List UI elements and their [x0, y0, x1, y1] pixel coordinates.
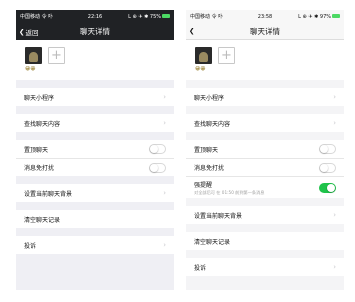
toggle-knob: [150, 145, 159, 154]
chevron-right-icon: ›: [163, 119, 166, 127]
row-report[interactable]: 投诉 ›: [186, 258, 344, 276]
group-report: 投诉 ›: [16, 236, 174, 254]
group-find-content: 查找聊天内容 ›: [16, 114, 174, 132]
group-mini-program: 聊天小程序 ›: [186, 88, 344, 106]
status-time: 22:16: [87, 13, 103, 20]
row-label: 设置当前聊天背景: [24, 190, 73, 198]
row-set-background[interactable]: 设置当前聊天背景 ›: [186, 206, 344, 224]
row-label: 投诉: [194, 264, 207, 272]
chevron-right-icon: ›: [163, 93, 166, 101]
row-label: 置顶聊天: [194, 146, 219, 154]
mute-toggle[interactable]: [149, 162, 166, 173]
row-mute: 消息免打扰: [186, 158, 344, 176]
row-label: 查找聊天内容: [24, 120, 61, 128]
add-member-button[interactable]: +: [48, 47, 65, 64]
row-find-content[interactable]: 查找聊天内容 ›: [186, 114, 344, 132]
chevron-right-icon: ›: [333, 119, 336, 127]
status-bar: 中国移动 令 卟 22:16 L ⊕ ✈ ✱ 75%: [16, 10, 174, 23]
row-report[interactable]: 投诉 ›: [16, 236, 174, 254]
row-sublabel: 对全部后可 在 01:50 前到第一条消息: [194, 189, 265, 195]
row-label: 清空聊天记录: [194, 238, 231, 246]
group-clear-history: 清空聊天记录: [16, 210, 174, 228]
row-set-background[interactable]: 设置当前聊天背景 ›: [16, 184, 174, 202]
member-name: 😀😀: [195, 66, 206, 72]
row-find-content[interactable]: 查找聊天内容 ›: [16, 114, 174, 132]
row-mute: 消息免打扰: [16, 158, 174, 176]
avatar[interactable]: [25, 47, 42, 64]
member-section: 😀😀 +: [186, 40, 344, 80]
chevron-left-icon: ❮: [19, 27, 25, 36]
row-pin-chat: 置顶聊天: [16, 140, 174, 158]
group-settings: 置顶聊天 消息免打扰: [16, 140, 174, 176]
status-time: 23:58: [257, 13, 273, 20]
chevron-right-icon: ›: [163, 241, 166, 249]
group-background: 设置当前聊天背景 ›: [16, 184, 174, 202]
row-label: 置顶聊天: [24, 146, 49, 154]
row-labels: 强提醒 对全部后可 在 01:50 前到第一条消息: [194, 180, 265, 196]
right-phone-screen: 中国移动 令 卟 23:58 L ⊕ ✈ ✱ 97% ❮ 聊天详情 😀😀 + 聊…: [186, 10, 344, 290]
toggle-knob: [320, 145, 329, 154]
row-clear-history[interactable]: 清空聊天记录: [16, 210, 174, 228]
add-member-button[interactable]: +: [218, 47, 235, 64]
chevron-left-icon: ❮: [189, 27, 195, 35]
left-phone-screen: 中国移动 令 卟 22:16 L ⊕ ✈ ✱ 75% ❮ 返回 聊天详情 😀😀 …: [16, 10, 174, 290]
group-report: 投诉 ›: [186, 258, 344, 276]
chevron-right-icon: ›: [333, 211, 336, 219]
row-label: 投诉: [24, 242, 37, 250]
group-mini-program: 聊天小程序 ›: [16, 88, 174, 106]
mute-toggle[interactable]: [319, 162, 336, 173]
row-clear-history[interactable]: 清空聊天记录: [186, 232, 344, 250]
back-button[interactable]: ❮: [189, 27, 194, 35]
row-label: 消息免打扰: [24, 165, 55, 172]
nav-bar: ❮ 返回 聊天详情: [16, 23, 174, 40]
row-label: 消息免打扰: [194, 165, 225, 172]
avatar[interactable]: [195, 47, 212, 64]
row-label: 聊天小程序: [194, 94, 225, 102]
pin-chat-toggle[interactable]: [149, 144, 166, 154]
member-name: 😀😀: [25, 66, 36, 72]
chevron-right-icon: ›: [333, 263, 336, 271]
back-button[interactable]: ❮ 返回: [19, 27, 38, 37]
row-label: 聊天小程序: [24, 94, 55, 102]
row-strong-remind: 强提醒 对全部后可 在 01:50 前到第一条消息: [186, 176, 344, 198]
back-label: 返回: [25, 28, 39, 37]
group-find-content: 查找聊天内容 ›: [186, 114, 344, 132]
row-label: 清空聊天记录: [24, 216, 61, 224]
toggle-knob: [150, 163, 159, 172]
group-background: 设置当前聊天背景 ›: [186, 206, 344, 224]
row-label: 查找聊天内容: [194, 120, 231, 128]
member-section: 😀😀 +: [16, 40, 174, 80]
chevron-right-icon: ›: [163, 189, 166, 197]
page-title: 聊天详情: [250, 26, 280, 36]
strong-remind-toggle[interactable]: [319, 182, 336, 193]
row-label: 设置当前聊天背景: [194, 212, 243, 220]
row-label: 强提醒: [194, 181, 213, 189]
row-mini-program[interactable]: 聊天小程序 ›: [186, 88, 344, 106]
page-title: 聊天详情: [80, 27, 110, 36]
toggle-knob: [320, 163, 329, 172]
toggle-knob: [326, 183, 335, 192]
row-mini-program[interactable]: 聊天小程序 ›: [16, 88, 174, 106]
nav-bar: ❮ 聊天详情: [186, 23, 344, 40]
group-settings: 置顶聊天 消息免打扰 强提醒 对全部后可 在 01:50 前到第一条消息: [186, 140, 344, 198]
pin-chat-toggle[interactable]: [319, 144, 336, 154]
row-pin-chat: 置顶聊天: [186, 140, 344, 158]
chevron-right-icon: ›: [333, 93, 336, 101]
group-clear-history: 清空聊天记录: [186, 232, 344, 250]
status-bar: 中国移动 令 卟 23:58 L ⊕ ✈ ✱ 97%: [186, 10, 344, 23]
